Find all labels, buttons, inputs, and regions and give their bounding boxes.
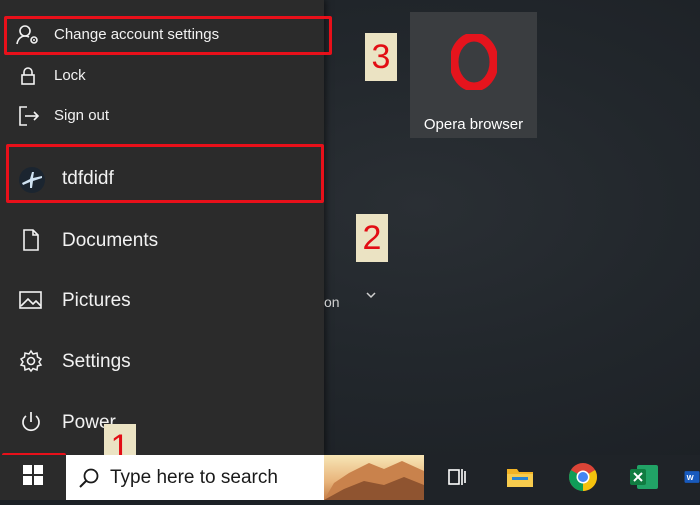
pictures-icon xyxy=(18,289,44,311)
start-button[interactable] xyxy=(0,455,66,500)
sign-out-item[interactable]: Sign out xyxy=(0,97,324,135)
windows-logo-icon xyxy=(23,465,43,490)
settings-item[interactable]: Settings xyxy=(0,333,324,389)
search-icon xyxy=(78,467,100,494)
word-icon[interactable]: W xyxy=(684,460,700,494)
documents-label: Documents xyxy=(62,230,159,251)
opera-browser-tile[interactable]: Opera browser xyxy=(410,12,537,138)
chrome-icon[interactable] xyxy=(566,460,600,494)
highlight-change-account-settings xyxy=(4,16,332,55)
lock-icon xyxy=(18,66,38,86)
power-icon xyxy=(19,410,43,434)
pictures-item[interactable]: Pictures xyxy=(0,272,324,328)
excel-icon[interactable] xyxy=(627,460,661,494)
task-view-icon[interactable] xyxy=(440,460,474,494)
lock-item[interactable]: Lock xyxy=(0,57,324,95)
chevron-down-icon[interactable] xyxy=(365,288,377,304)
sign-out-label: Sign out xyxy=(54,107,110,124)
partial-group-label: on xyxy=(324,294,340,310)
lock-label: Lock xyxy=(54,67,86,84)
taskbar-search-box[interactable]: Type here to search xyxy=(66,455,424,500)
sign-out-icon xyxy=(18,105,40,127)
svg-text:W: W xyxy=(687,473,695,482)
document-icon xyxy=(20,228,42,252)
documents-item[interactable]: Documents xyxy=(0,212,324,268)
search-highlight-image xyxy=(324,455,424,500)
power-item[interactable]: Power xyxy=(0,394,324,450)
search-placeholder: Type here to search xyxy=(110,467,278,488)
start-menu-panel: Change account settings Lock Sign out td… xyxy=(0,0,324,455)
step-3-badge: 3 xyxy=(365,33,397,81)
step-2-badge: 2 xyxy=(356,214,388,262)
file-explorer-icon[interactable] xyxy=(503,460,537,494)
opera-logo-icon xyxy=(449,32,499,95)
gear-icon xyxy=(19,349,43,373)
settings-label: Settings xyxy=(62,351,131,372)
opera-browser-label: Opera browser xyxy=(423,116,524,133)
pictures-label: Pictures xyxy=(62,290,131,311)
highlight-user-account xyxy=(6,144,324,203)
